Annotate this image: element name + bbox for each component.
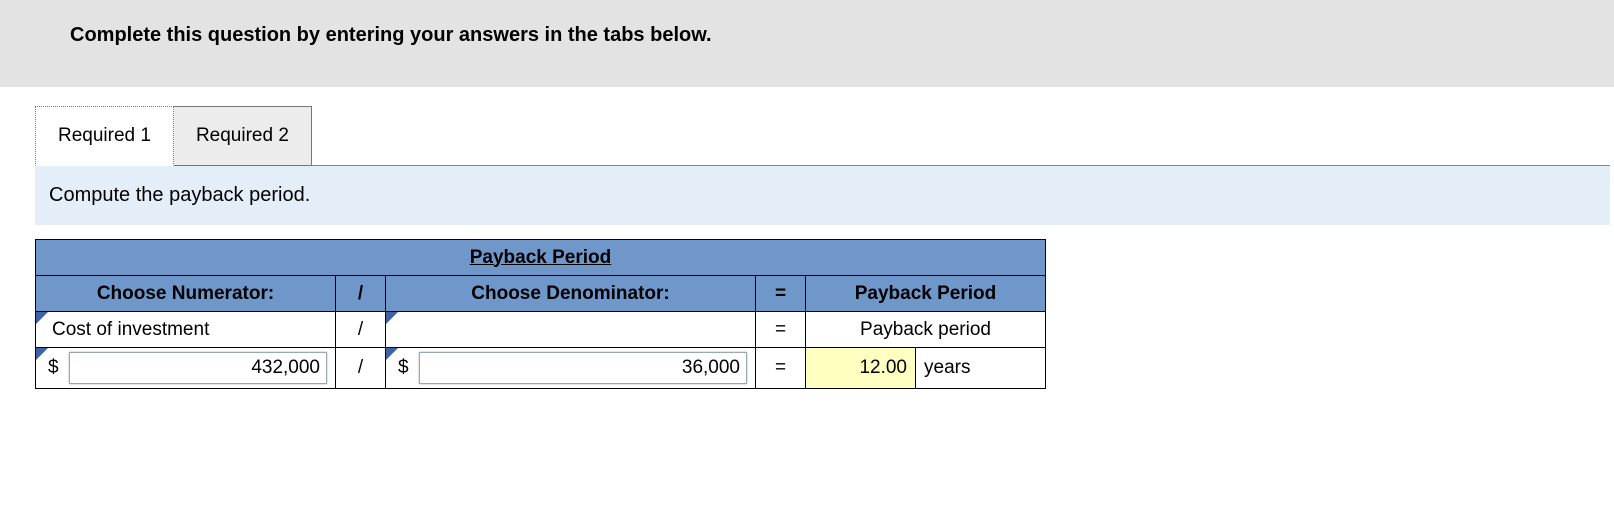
result-unit: years — [916, 348, 1046, 389]
dropdown-flag-icon — [386, 312, 398, 324]
divide-op-1: / — [336, 312, 386, 348]
dropdown-flag-icon — [36, 312, 48, 324]
currency-symbol: $ — [44, 357, 63, 379]
tab-required-2[interactable]: Required 2 — [174, 106, 312, 166]
divide-op-2: / — [336, 348, 386, 389]
result-value: 12.00 — [806, 348, 916, 389]
result-label: Payback period — [806, 312, 1046, 348]
currency-symbol: $ — [394, 357, 413, 379]
header-result: Payback Period — [806, 276, 1046, 312]
equals-op-1: = — [756, 312, 806, 348]
payback-table: Payback Period Choose Numerator: / Choos… — [35, 239, 1046, 389]
tab-required-1[interactable]: Required 1 — [35, 106, 174, 166]
numerator-value-input[interactable]: 432,000 — [69, 352, 327, 384]
denominator-value-cell[interactable]: $ 36,000 — [386, 348, 756, 389]
denominator-value-input[interactable]: 36,000 — [419, 352, 747, 384]
header-denominator: Choose Denominator: — [386, 276, 756, 312]
equals-op-2: = — [756, 348, 806, 389]
question-text: Compute the payback period. — [35, 165, 1610, 225]
numerator-value-cell[interactable]: $ 432,000 — [36, 348, 336, 389]
numerator-select[interactable]: Cost of investment — [36, 312, 336, 348]
header-divide: / — [336, 276, 386, 312]
instruction-text: Complete this question by entering your … — [0, 0, 1614, 87]
denominator-select[interactable] — [386, 312, 756, 348]
header-numerator: Choose Numerator: — [36, 276, 336, 312]
header-equals: = — [756, 276, 806, 312]
table-title: Payback Period — [36, 240, 1046, 276]
tabs-container: Required 1 Required 2 — [0, 105, 1614, 165]
